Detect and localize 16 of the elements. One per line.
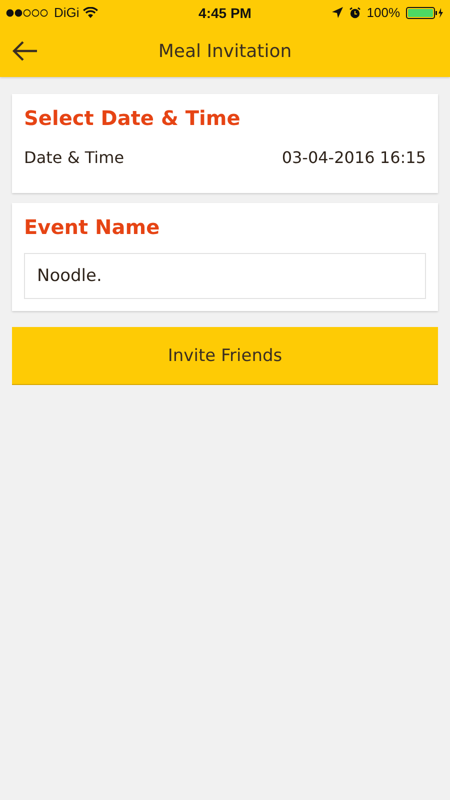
invite-friends-button[interactable]: Invite Friends <box>12 327 438 385</box>
battery-percent: 100% <box>366 5 400 20</box>
status-time: 4:45 PM <box>198 4 252 20</box>
alarm-icon <box>348 6 361 18</box>
date-time-value[interactable]: 03-04-2016 16:15 <box>282 148 426 167</box>
event-name-field[interactable]: Noodle. <box>24 253 426 299</box>
back-button[interactable] <box>12 40 38 62</box>
section-heading: Select Date & Time <box>24 106 242 130</box>
screen-title: Meal Invitation <box>157 40 293 62</box>
location-icon <box>332 7 343 18</box>
signal-icon <box>6 8 50 16</box>
carrier-name: DiGi <box>54 5 80 20</box>
section-heading: Event Name <box>24 215 161 239</box>
field-label: Date & Time <box>24 148 124 167</box>
battery-icon <box>406 6 444 18</box>
wifi-icon <box>83 7 98 18</box>
